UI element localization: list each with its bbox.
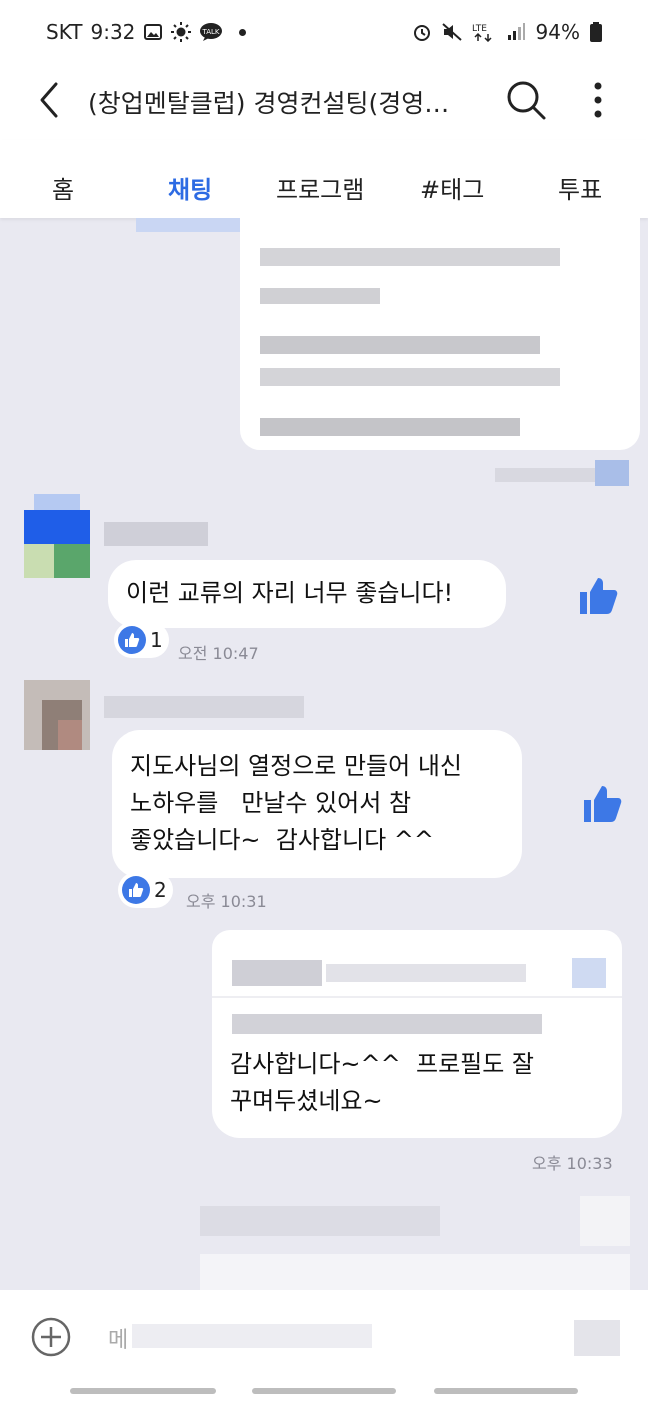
avatar (24, 680, 90, 750)
message-time: 오후 10:31 (186, 892, 267, 911)
tab-vote[interactable]: 투표 (558, 170, 602, 205)
nav-home[interactable] (252, 1388, 396, 1394)
chat-title: (창업멘탈클럽) 경영컨설팅(경영… (88, 89, 450, 118)
message-text: 이런 교류의 자리 너무 좋습니다! (126, 579, 454, 607)
chat-header: (창업멘탈클럽) 경영컨설팅(경영… (0, 62, 648, 140)
thumbs-up-icon[interactable] (578, 576, 618, 616)
tab-tag[interactable]: #태그 (420, 170, 484, 205)
message-time: 오후 10:33 (532, 1154, 613, 1173)
thumbs-up-icon[interactable] (582, 784, 622, 824)
thumbs-up-icon (122, 876, 150, 904)
message-bubble: 지도사님의 열정으로 만들어 내신 노하우를 만날수 있어서 참 좋았습니다~ … (112, 730, 522, 878)
mute-icon (441, 23, 462, 41)
talk-icon: TALK (200, 23, 223, 41)
search-icon[interactable] (502, 76, 550, 124)
sender-name (104, 696, 304, 718)
more-vertical-icon[interactable] (578, 78, 618, 122)
thumbs-up-icon (118, 626, 146, 654)
redacted-tab-indicator (136, 218, 240, 232)
message-composer: 메 (0, 1290, 648, 1404)
back-arrow-icon[interactable] (30, 80, 70, 120)
nav-recent-apps[interactable] (70, 1388, 216, 1394)
redacted-read-info (495, 460, 635, 486)
message-text: 감사합니다~^^ 프로필도 잘 꾸며두셨네요~ (230, 1050, 535, 1115)
message-input[interactable]: 메 (108, 1322, 128, 1354)
alarm-icon (413, 25, 430, 41)
send-button[interactable] (574, 1320, 620, 1356)
like-reaction[interactable]: 2 (118, 872, 173, 908)
redacted-message (240, 218, 640, 450)
dot-icon (239, 28, 247, 36)
tab-program[interactable]: 프로그램 (276, 170, 364, 205)
svg-text:TALK: TALK (202, 28, 220, 36)
tab-home[interactable]: 홈 (52, 170, 74, 205)
carrier-label: SKT (46, 20, 83, 44)
battery-label: 94% (535, 20, 580, 44)
avatar (24, 494, 90, 578)
tab-chat[interactable]: 채팅 (168, 170, 212, 205)
tab-bar: 홈 채팅 프로그램 #태그 투표 (0, 140, 648, 218)
message-time: 오전 10:47 (178, 644, 259, 663)
battery-icon (590, 22, 602, 42)
svg-text:LTE: LTE (472, 24, 487, 34)
clock: 9:32 (90, 20, 136, 44)
status-bar: SKT 9:32 TALK LTE 94% (0, 0, 648, 62)
redacted-placeholder (132, 1324, 372, 1348)
redacted-quoted-message (226, 942, 606, 998)
message-bubble: 이런 교류의 자리 너무 좋습니다! (108, 560, 506, 628)
redacted-message (200, 1196, 630, 1290)
sender-name (104, 522, 208, 546)
like-reaction[interactable]: 1 (114, 622, 169, 658)
redacted-quoted-text (232, 1014, 542, 1034)
like-count: 1 (150, 628, 163, 652)
nav-back[interactable] (434, 1388, 578, 1394)
lte-icon: LTE (472, 24, 492, 42)
brightness-icon (171, 22, 192, 42)
like-count: 2 (154, 878, 167, 902)
add-icon[interactable] (30, 1316, 72, 1358)
signal-icon (507, 23, 525, 40)
reply-bubble: 감사합니다~^^ 프로필도 잘 꾸며두셨네요~ (212, 930, 622, 1138)
message-text: 지도사님의 열정으로 만들어 내신 노하우를 만날수 있어서 참 좋았습니다~ … (130, 752, 463, 854)
gallery-icon (144, 24, 163, 40)
